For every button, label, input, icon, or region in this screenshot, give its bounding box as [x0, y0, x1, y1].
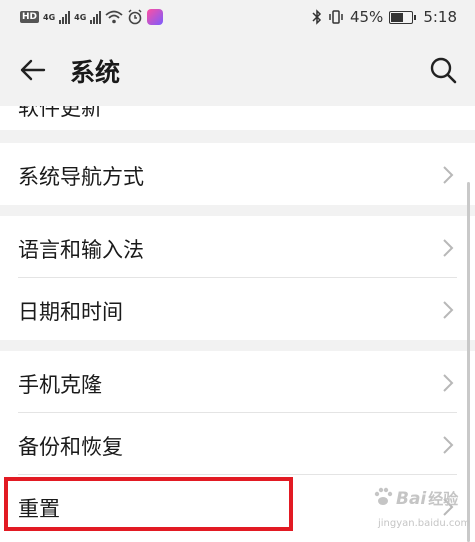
- search-icon: [430, 57, 457, 84]
- menu-item-language-input[interactable]: 语言和输入法: [0, 216, 475, 278]
- menu-group-2: 语言和输入法 日期和时间: [0, 216, 475, 340]
- menu-item-label: 语言和输入法: [18, 238, 144, 262]
- signal-icon-2: [90, 10, 102, 24]
- wifi-icon: [105, 10, 123, 24]
- clock-time: 5:18: [423, 8, 457, 26]
- chevron-right-icon: [443, 239, 454, 257]
- menu-item-label: 手机克隆: [18, 373, 102, 397]
- chevron-right-icon: [443, 301, 454, 319]
- watermark-brand: Bai 经验: [396, 489, 459, 509]
- menu-item-label: 备份和恢复: [18, 435, 123, 459]
- hd-badge: HD: [20, 11, 40, 23]
- chevron-right-icon: [443, 166, 454, 184]
- status-bar: HD 4G 4G 45% 5:18: [0, 0, 475, 36]
- network-type-2: 4G: [74, 12, 87, 22]
- menu-item-system-navigation[interactable]: 系统导航方式: [0, 143, 475, 205]
- vibrate-icon: [329, 10, 343, 24]
- arrow-left-icon: [20, 59, 46, 81]
- signal-icon: [59, 10, 71, 24]
- back-button[interactable]: [14, 52, 50, 88]
- chevron-right-icon: [443, 374, 454, 392]
- bluetooth-icon: [312, 9, 322, 25]
- watermark-url: jingyan.baidu.com: [378, 518, 471, 529]
- app-notification-icon: [147, 9, 164, 25]
- menu-item-software-update[interactable]: 软件更新: [0, 106, 475, 130]
- watermark: Bai 经验 jingyan.baidu.com: [372, 484, 471, 534]
- search-button[interactable]: [425, 52, 461, 88]
- network-type-1: 4G: [43, 12, 56, 22]
- menu-item-label: 日期和时间: [18, 300, 123, 324]
- menu-item-phone-clone[interactable]: 手机克隆: [0, 351, 475, 413]
- menu-group-1: 系统导航方式: [0, 143, 475, 205]
- menu-item-date-time[interactable]: 日期和时间: [0, 278, 475, 340]
- app-header: 系统: [0, 36, 475, 106]
- page-title: 系统: [70, 58, 121, 87]
- menu-item-label: 软件更新: [18, 106, 102, 120]
- chevron-right-icon: [443, 436, 454, 454]
- alarm-icon: [128, 9, 142, 25]
- battery-icon: [389, 10, 417, 24]
- menu-item-backup-restore[interactable]: 备份和恢复: [0, 413, 475, 475]
- menu-item-label: 系统导航方式: [18, 165, 144, 189]
- paw-logo-icon: [374, 487, 393, 505]
- battery-percent: 45%: [349, 8, 384, 26]
- highlight-box: [4, 477, 293, 531]
